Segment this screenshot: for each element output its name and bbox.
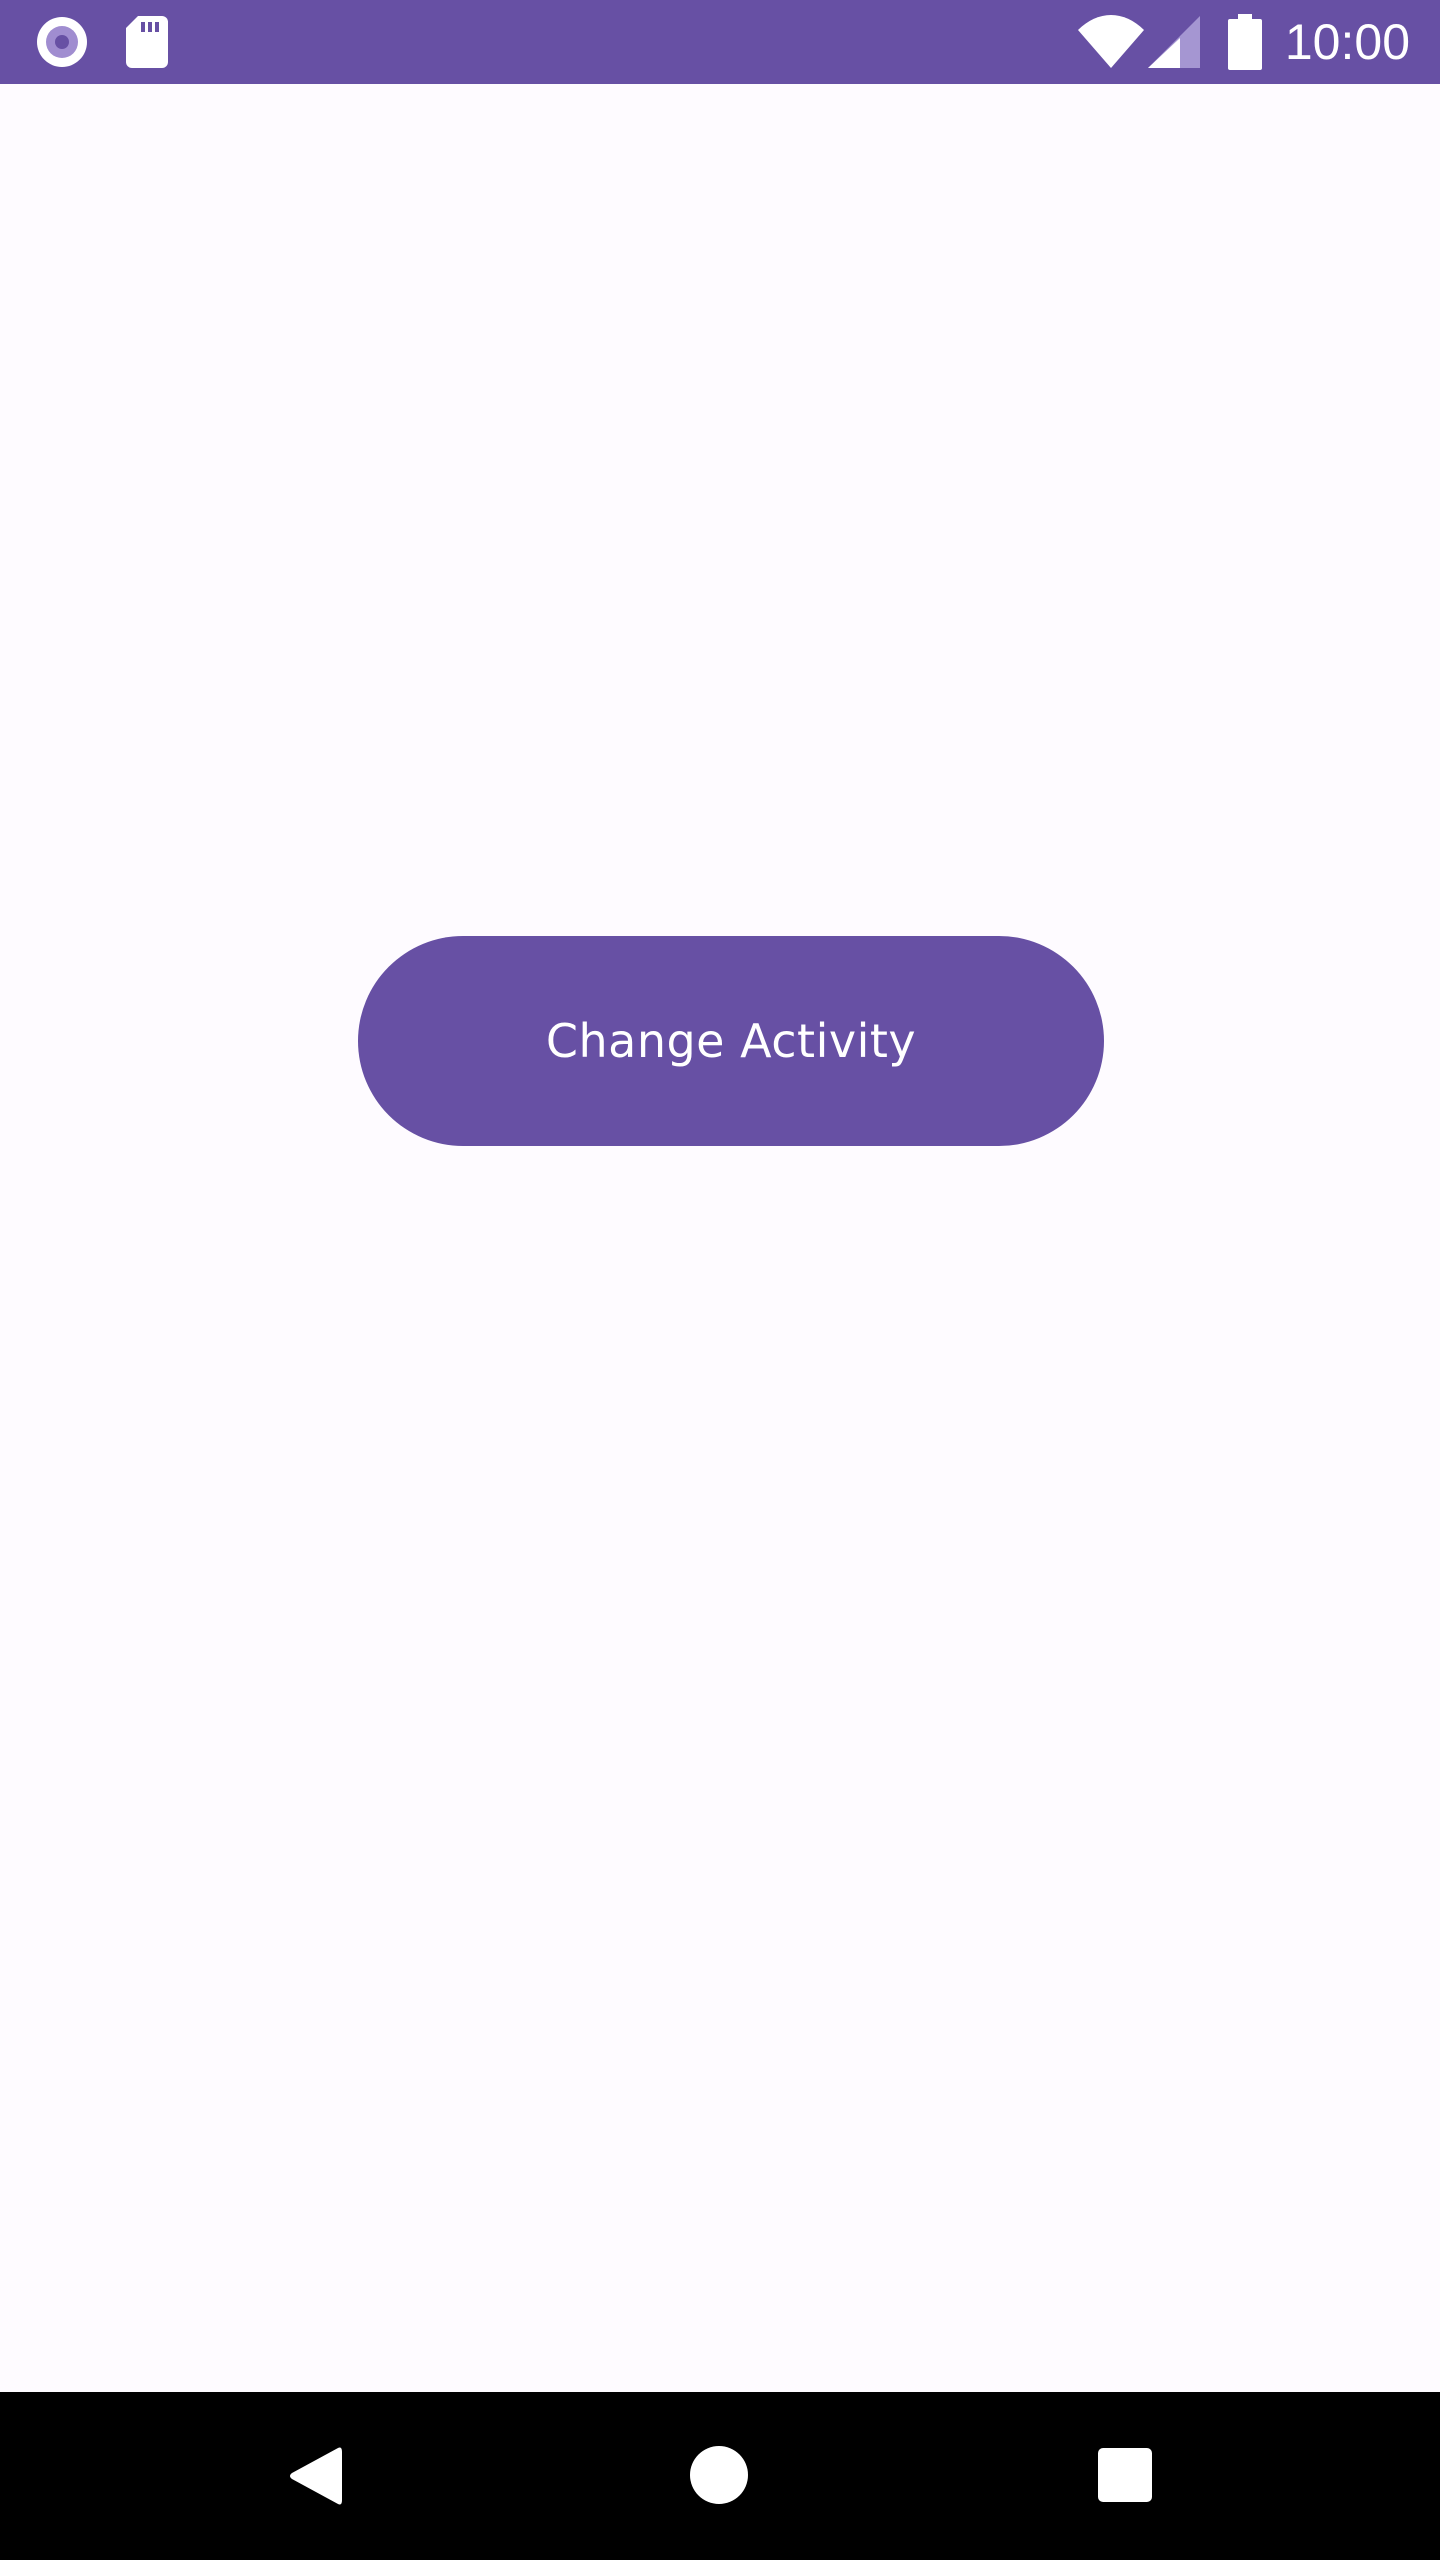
back-icon[interactable] [288,2446,342,2506]
navigation-bar [0,2392,1440,2560]
change-activity-button[interactable]: Change Activity [358,936,1104,1146]
status-bar: 10:00 [0,0,1440,84]
recents-icon[interactable] [1098,2448,1152,2502]
clock-time: 10:00 [1284,14,1410,70]
sd-card-icon [126,16,168,68]
wifi-icon [1078,15,1144,68]
record-icon [37,17,87,67]
battery-icon [1228,14,1262,70]
cellular-signal-icon [1148,16,1200,68]
main-content: Change Activity [0,84,1440,2392]
home-icon[interactable] [690,2446,748,2504]
